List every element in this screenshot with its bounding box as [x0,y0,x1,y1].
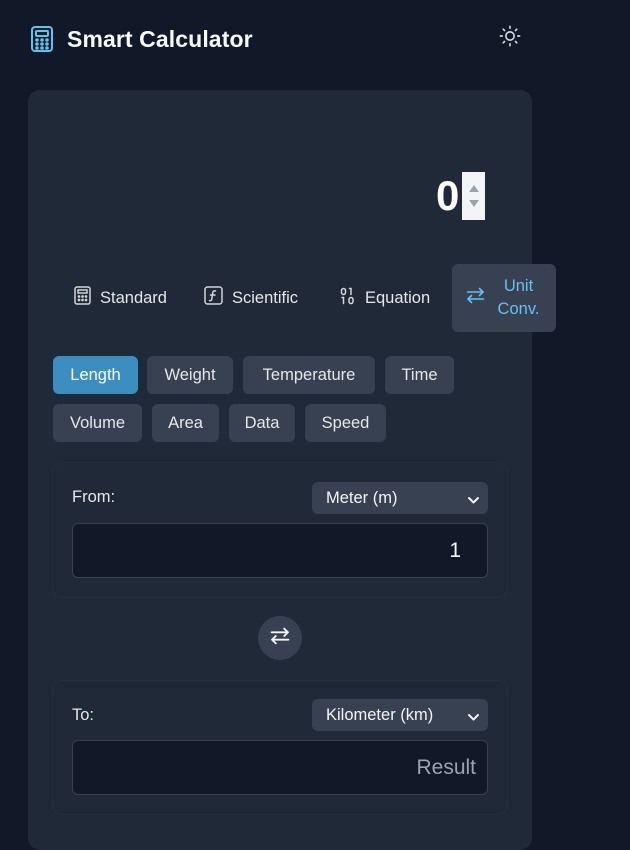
tab-standard[interactable]: Standard [74,264,167,332]
tab-label: Scientific [232,288,299,307]
display-spinner[interactable] [462,172,486,220]
calculator-icon [74,286,91,310]
swap-icon [466,287,485,309]
swap-units-button[interactable] [258,616,302,660]
category-data-chip[interactable]: Data [229,404,295,442]
category-weight-chip[interactable]: Weight [147,356,233,394]
app-title: Smart Calculator [67,25,253,52]
from-value-input[interactable]: 1 [72,523,488,578]
category-temperature-chip[interactable]: Temperature [243,356,375,394]
from-unit-value: Meter (m) [326,488,398,507]
category-length-chip[interactable]: Length [53,356,138,394]
calculator-icon [30,25,54,53]
tab-label: Equation [365,288,431,307]
category-volume-chip[interactable]: Volume [53,404,142,442]
category-area-chip[interactable]: Area [152,404,219,442]
chevron-down-icon [467,492,480,511]
chevron-down-icon [467,709,480,728]
function-icon [204,286,223,310]
tab-unit-conversion[interactable]: Unit Conv. [452,264,556,332]
tab-label: Standard [100,288,167,307]
spinner-down-icon[interactable] [468,200,479,207]
category-speed-chip[interactable]: Speed [305,404,386,442]
app-header: Smart Calculator [30,24,530,54]
binary-icon [340,287,356,310]
to-unit-select[interactable]: Kilometer (km) [312,699,488,731]
display-value: 0 [436,172,460,219]
calculator-display[interactable]: 0 [436,172,486,220]
result-output-field[interactable]: Result [72,740,488,795]
from-unit-select[interactable]: Meter (m) [312,482,488,514]
swap-icon [270,627,290,650]
from-label: From: [72,488,116,506]
tab-label: Unit Conv. [497,277,540,318]
spinner-up-icon[interactable] [468,185,479,192]
to-unit-value: Kilometer (km) [326,705,434,724]
to-label: To: [72,706,95,724]
theme-toggle-button[interactable] [496,24,524,52]
category-time-chip[interactable]: Time [385,356,454,394]
tab-scientific[interactable]: Scientific [204,264,298,332]
sun-icon [499,25,521,52]
tab-equation[interactable]: Equation [340,264,430,332]
